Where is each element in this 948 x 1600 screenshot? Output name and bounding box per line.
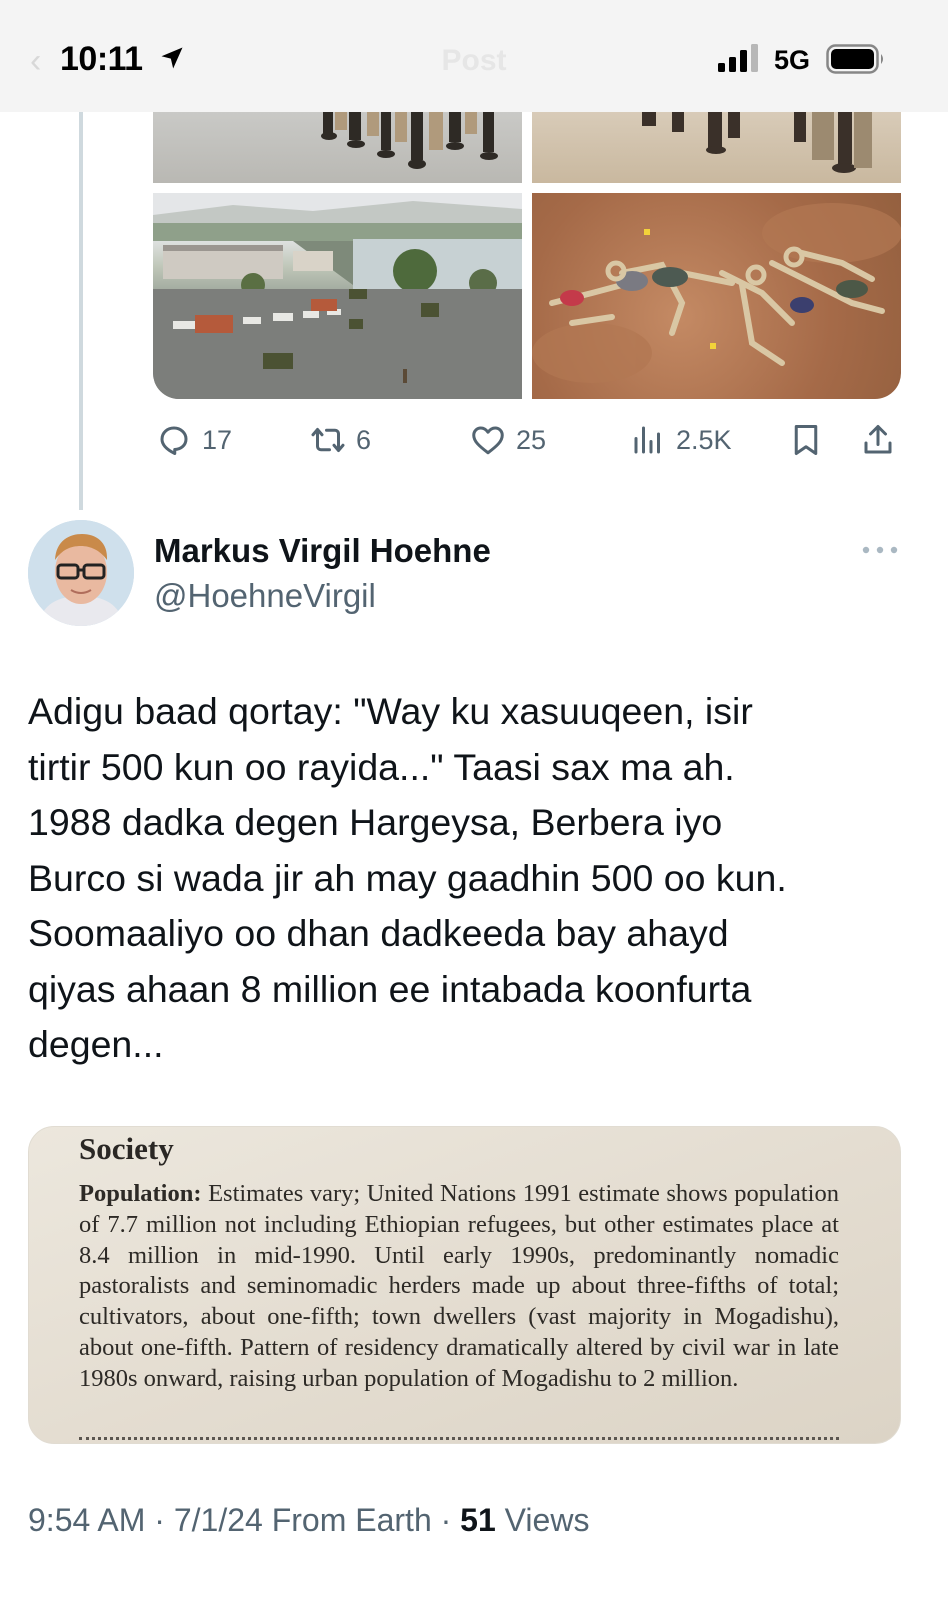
photo-remains-in-earth[interactable] xyxy=(532,193,901,399)
bookmark-button[interactable] xyxy=(788,418,824,462)
reply-button[interactable]: 17 xyxy=(156,418,232,462)
photo-town-military-vehicles[interactable] xyxy=(153,193,522,399)
heart-icon xyxy=(472,426,504,455)
battery-icon xyxy=(826,44,883,74)
like-count: 25 xyxy=(516,424,547,455)
author-name[interactable]: Markus Virgil Hoehne xyxy=(154,532,491,570)
post-meta: 9:54 AM · 7/1/24 From Earth · 51 Views xyxy=(28,1502,589,1539)
network-type: 5G xyxy=(774,45,811,75)
like-button[interactable]: 25 xyxy=(470,418,546,462)
meta-separator: · xyxy=(154,1502,165,1538)
bookmark-icon xyxy=(794,425,818,455)
cellular-signal-icon xyxy=(718,44,758,72)
post-views-count[interactable]: 51 xyxy=(460,1502,496,1538)
media-grid[interactable] xyxy=(153,112,901,399)
post-action-bar: 17 6 25 2.5K xyxy=(0,418,948,462)
repost-button[interactable]: 6 xyxy=(310,418,371,462)
reply-icon xyxy=(160,426,188,455)
scan-paragraph: Population: Estimates vary; United Natio… xyxy=(79,1179,839,1395)
meta-separator: · xyxy=(440,1502,452,1538)
scan-label: Population: xyxy=(79,1180,202,1207)
views-count: 2.5K xyxy=(676,424,732,455)
analytics-icon xyxy=(634,426,660,454)
share-button[interactable] xyxy=(860,418,896,462)
avatar[interactable] xyxy=(28,520,134,626)
more-icon[interactable] xyxy=(860,538,900,562)
status-bar: ‹ Post 10:11 5G xyxy=(0,0,948,112)
post-views-label[interactable]: Views xyxy=(505,1502,590,1538)
post-date[interactable]: 7/1/24 xyxy=(174,1502,263,1538)
author-handle[interactable]: @HoehneVirgil xyxy=(154,577,376,615)
scan-body-text: Estimates vary; United Nations 1991 esti… xyxy=(79,1180,839,1392)
post-time[interactable]: 9:54 AM xyxy=(28,1502,145,1538)
post-text: Adigu baad qortay: "Way ku xasuuqeen, is… xyxy=(28,690,787,1065)
scan-cut-off-line xyxy=(79,1437,839,1443)
scan-heading: Society xyxy=(79,1131,174,1166)
share-icon xyxy=(864,425,892,454)
location-arrow-icon xyxy=(161,47,183,69)
photo-soldiers-marching[interactable] xyxy=(153,112,522,183)
attached-book-scan-image[interactable]: Society Population: Estimates vary; Unit… xyxy=(28,1126,901,1444)
repost-icon xyxy=(311,428,345,452)
post-source: From Earth xyxy=(271,1502,432,1538)
photo-soldiers-standing[interactable] xyxy=(532,112,901,183)
status-time: 10:11 xyxy=(60,40,143,78)
repost-count: 6 xyxy=(356,424,372,455)
reply-count: 17 xyxy=(202,424,233,455)
views-button[interactable]: 2.5K xyxy=(630,418,732,462)
